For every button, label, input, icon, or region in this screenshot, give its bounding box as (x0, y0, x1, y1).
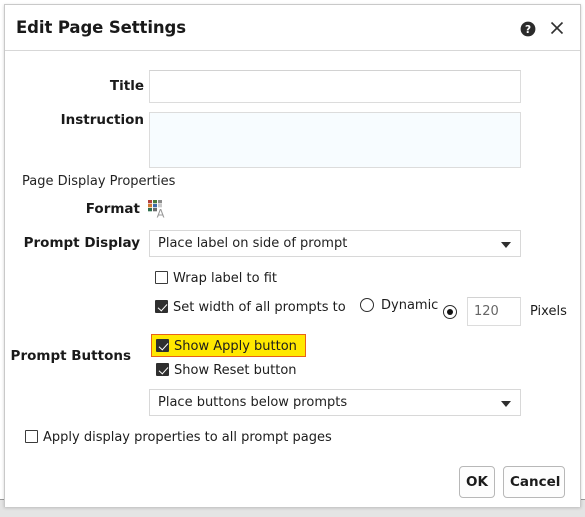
set-width-text: Set width of all prompts to (173, 300, 346, 315)
show-apply-checkbox[interactable] (156, 339, 169, 352)
show-reset-checkbox[interactable] (156, 363, 169, 376)
chevron-down-icon (501, 242, 511, 248)
prompt-display-label: Prompt Display (23, 235, 140, 251)
close-icon[interactable] (547, 18, 567, 38)
button-placement-value: Place buttons below prompts (158, 395, 348, 410)
instruction-textarea[interactable] (149, 112, 521, 168)
apply-all-label: Apply display properties to all prompt p… (43, 430, 332, 445)
help-icon[interactable]: ? (520, 21, 536, 37)
prompt-display-value: Place label on side of prompt (158, 236, 348, 251)
svg-text:?: ? (525, 24, 531, 36)
svg-text:A: A (157, 207, 165, 220)
width-dynamic-label: Dynamic (381, 298, 439, 313)
wrap-label-checkbox[interactable] (155, 271, 168, 284)
format-label: Format (85, 201, 140, 217)
wrap-label-text: Wrap label to fit (173, 271, 278, 286)
instruction-label: Instruction (60, 112, 144, 128)
chevron-down-icon (501, 401, 511, 407)
width-dynamic-radio[interactable] (360, 298, 374, 312)
page-title: Edit Page Settings (16, 18, 186, 37)
ok-button[interactable]: OK (459, 466, 495, 498)
prompt-buttons-label: Prompt Buttons (10, 348, 131, 364)
set-width-checkbox[interactable] (155, 300, 168, 313)
format-text-color-icon[interactable]: A (147, 199, 169, 221)
button-placement-select[interactable]: Place buttons below prompts (149, 389, 521, 416)
title-input[interactable] (149, 70, 521, 103)
dialog-titlebar: Edit Page Settings ? (5, 5, 580, 51)
width-unit-label: Pixels (530, 304, 567, 319)
prompt-display-select[interactable]: Place label on side of prompt (149, 230, 521, 257)
show-reset-label: Show Reset button (174, 363, 297, 378)
page-display-properties-heading: Page Display Properties (22, 174, 176, 189)
title-label: Title (109, 78, 144, 94)
cancel-button[interactable]: Cancel (503, 466, 565, 498)
width-fixed-radio[interactable] (443, 305, 457, 319)
show-apply-label: Show Apply button (174, 339, 297, 354)
apply-all-checkbox[interactable] (25, 430, 38, 443)
width-value-input[interactable] (467, 297, 521, 326)
